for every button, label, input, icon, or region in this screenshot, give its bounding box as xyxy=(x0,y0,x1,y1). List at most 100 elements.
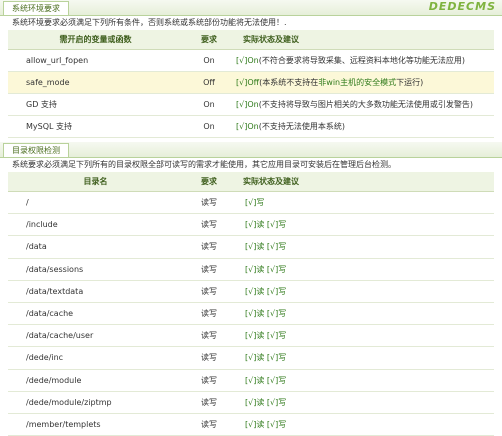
dir-status: [√]读 [√]写 xyxy=(235,413,494,436)
status-advice: (不符合要求将导致采集、远程资料本地化等功能无法应用) xyxy=(258,56,465,65)
dir-req: 读写 xyxy=(183,302,235,326)
env-var-name: MySQL 支持 xyxy=(8,115,183,138)
dir-name: /dede/module xyxy=(8,369,183,392)
read-status: [√]读 xyxy=(245,242,265,252)
perm-table: 目录名 要求 实际状态及建议 / 读写 [√]写 /include 读写 [√]读 [√… xyxy=(8,172,494,436)
table-row: /include 读写 [√]读 [√]写 xyxy=(8,213,494,237)
write-status: [√]写 xyxy=(266,375,287,385)
check-mark: [√] xyxy=(236,56,248,65)
env-var-req: Off xyxy=(183,71,235,94)
write-status: [√]写 xyxy=(266,220,287,230)
perm-col-req: 要求 xyxy=(183,172,235,192)
dir-status: [√]读 [√]写 xyxy=(235,369,494,392)
dir-req: 读写 xyxy=(183,391,235,414)
status-advice: (不支持无法使用本系统) xyxy=(258,122,345,131)
dir-req: 读写 xyxy=(183,235,235,259)
perm-tab: 目录权限检测 xyxy=(3,143,69,157)
check-mark: [√] xyxy=(236,100,248,109)
env-col-name: 需开启的变量或函数 xyxy=(8,30,183,50)
write-status: [√]写 xyxy=(266,331,287,341)
env-table: 需开启的变量或函数 要求 实际状态及建议 allow_url_fopen On … xyxy=(8,30,494,138)
env-var-status: [√]On(不支持将导致与图片相关的大多数功能无法使用或引发警告) xyxy=(235,93,494,116)
table-row: /dede/module/ziptmp 读写 [√]读 [√]写 xyxy=(8,391,494,414)
dir-name: /data xyxy=(8,235,183,259)
read-status: [√]读 xyxy=(245,331,265,341)
write-status: [√]写 xyxy=(266,242,287,252)
table-row: /data/cache 读写 [√]读 [√]写 xyxy=(8,302,494,326)
dir-req: 读写 xyxy=(183,213,235,237)
env-var-req: On xyxy=(183,93,235,116)
perm-header-row: 目录名 要求 实际状态及建议 xyxy=(8,172,494,192)
table-row: /data/cache/user 读写 [√]读 [√]写 xyxy=(8,324,494,348)
write-status: [√]写 xyxy=(266,264,287,274)
write-status: [√]写 xyxy=(266,309,287,319)
read-status: [√]读 xyxy=(245,419,265,429)
dir-req: 读写 xyxy=(183,280,235,303)
status-value: Off xyxy=(247,78,260,87)
dir-req: 读写 xyxy=(183,413,235,436)
perm-note: 系统要求必须满足下列所有的目录权限全部可读写的需求才能使用，其它应用目录可安装后… xyxy=(12,160,396,169)
write-status: [√]写 xyxy=(266,353,287,363)
table-row: /dede/inc 读写 [√]读 [√]写 xyxy=(8,346,494,370)
table-row: allow_url_fopen On [√]On(不符合要求将导致采集、远程资料… xyxy=(8,49,494,72)
status-advice: (不支持将导致与图片相关的大多数功能无法使用或引发警告) xyxy=(258,100,473,109)
env-var-req: On xyxy=(183,49,235,72)
dir-name: / xyxy=(8,191,183,215)
dir-status: [√]读 [√]写 xyxy=(235,324,494,348)
env-note: 系统环境要求必须满足下列所有条件，否则系统或系统部份功能将无法使用！. xyxy=(12,18,287,27)
table-row: /data/textdata 读写 [√]读 [√]写 xyxy=(8,280,494,303)
write-status: [√]写 xyxy=(266,397,287,407)
env-section-header: 系统环境要求 DEDECMS xyxy=(0,0,502,16)
read-status: [√]读 xyxy=(245,286,265,296)
dir-name: /data/cache xyxy=(8,302,183,326)
env-var-req: On xyxy=(183,115,235,138)
check-mark: [√] xyxy=(236,122,248,131)
dir-status: [√]写 xyxy=(235,191,494,215)
table-row: /data/sessions 读写 [√]读 [√]写 xyxy=(8,258,494,281)
dir-name: /include xyxy=(8,213,183,237)
read-status: [√]读 xyxy=(245,264,265,274)
env-var-status: [√]Off(本系统不支持在非win主机的安全模式下运行) xyxy=(235,71,494,94)
dir-req: 读写 xyxy=(183,369,235,392)
read-status: [√]读 xyxy=(245,375,265,385)
dir-status: [√]读 [√]写 xyxy=(235,258,494,281)
dir-name: /member/templets xyxy=(8,413,183,436)
dir-req: 读写 xyxy=(183,324,235,348)
table-row: MySQL 支持 On [√]On(不支持无法使用本系统) xyxy=(8,115,494,138)
dir-req: 读写 xyxy=(183,346,235,370)
env-var-name: allow_url_fopen xyxy=(8,49,183,72)
env-var-name: safe_mode xyxy=(8,71,183,94)
table-row: safe_mode Off [√]Off(本系统不支持在非win主机的安全模式下… xyxy=(8,71,494,94)
env-tab: 系统环境要求 xyxy=(3,1,69,15)
write-status: [√]写 xyxy=(245,198,265,208)
dir-status: [√]读 [√]写 xyxy=(235,302,494,326)
read-status: [√]读 xyxy=(245,353,265,363)
env-header-row: 需开启的变量或函数 要求 实际状态及建议 xyxy=(8,30,494,50)
dir-status: [√]读 [√]写 xyxy=(235,346,494,370)
read-status: [√]读 xyxy=(245,220,265,230)
write-status: [√]写 xyxy=(266,419,287,429)
dir-name: /dede/module/ziptmp xyxy=(8,391,183,414)
env-var-status: [√]On(不支持无法使用本系统) xyxy=(235,115,494,138)
status-advice: (本系统不支持在 xyxy=(259,78,319,87)
perm-col-dir: 目录名 xyxy=(8,172,183,192)
dir-req: 读写 xyxy=(183,258,235,281)
dir-name: /dede/inc xyxy=(8,346,183,370)
status-advice-highlight: 非win主机的安全模式 xyxy=(318,78,397,87)
read-status: [√]读 xyxy=(245,309,265,319)
status-value: On xyxy=(247,122,259,131)
env-var-status: [√]On(不符合要求将导致采集、远程资料本地化等功能无法应用) xyxy=(235,49,494,72)
dir-name: /data/cache/user xyxy=(8,324,183,348)
perm-section-header: 目录权限检测 xyxy=(0,142,502,158)
table-row: /data 读写 [√]读 [√]写 xyxy=(8,235,494,259)
dir-status: [√]读 [√]写 xyxy=(235,235,494,259)
read-status: [√]读 xyxy=(245,397,265,407)
status-value: On xyxy=(247,56,259,65)
dir-name: /data/sessions xyxy=(8,258,183,281)
table-row: /member/templets 读写 [√]读 [√]写 xyxy=(8,413,494,436)
table-row: / 读写 [√]写 xyxy=(8,191,494,215)
table-row: GD 支持 On [√]On(不支持将导致与图片相关的大多数功能无法使用或引发警… xyxy=(8,93,494,116)
dedecms-logo: DEDECMS xyxy=(428,0,496,13)
env-var-name: GD 支持 xyxy=(8,93,183,116)
check-mark: [√] xyxy=(236,78,248,87)
